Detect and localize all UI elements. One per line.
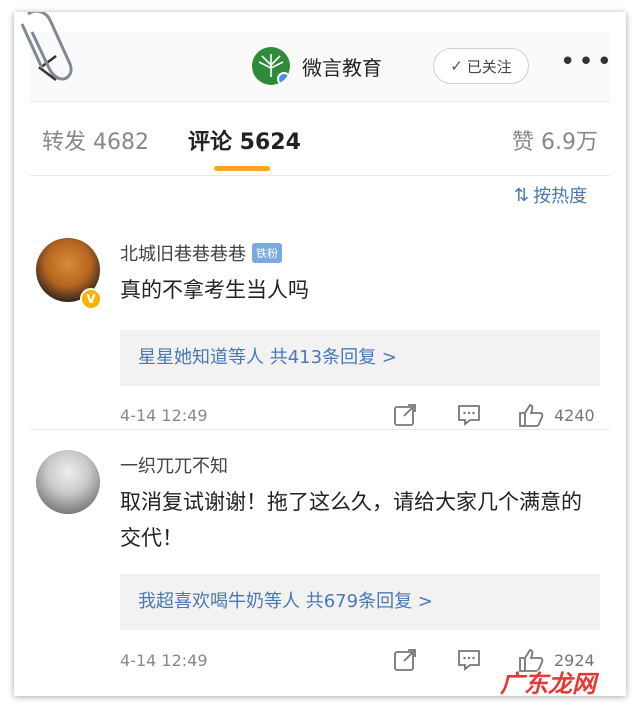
tab-reposts[interactable]: 转发 4682 bbox=[42, 124, 149, 156]
like-count: 4240 bbox=[554, 406, 595, 425]
account-name: 微言教育 bbox=[302, 55, 382, 80]
tab-comments[interactable]: 评论 5624 bbox=[188, 124, 301, 156]
avatar[interactable] bbox=[36, 450, 100, 514]
replies-count: 共679条回复 > bbox=[305, 591, 433, 612]
replies-suffix: 等人 bbox=[228, 347, 264, 368]
paperclip-icon bbox=[20, 12, 73, 81]
tab-bar: 转发 4682 评论 5624 赞 6.9万 bbox=[30, 104, 610, 176]
comment-icon[interactable] bbox=[456, 647, 482, 673]
verified-badge-icon bbox=[277, 72, 290, 85]
like-icon[interactable] bbox=[518, 402, 544, 428]
followed-button[interactable]: ✓ 已关注 bbox=[433, 48, 529, 84]
username-text: 北城旧巷巷巷巷 bbox=[120, 244, 246, 265]
comment-item: V 北城旧巷巷巷巷 铁粉 真的不拿考生当人吗 星星她知道等人 共413条回复 >… bbox=[30, 230, 610, 430]
comment-username[interactable]: 北城旧巷巷巷巷 铁粉 bbox=[120, 240, 282, 266]
active-tab-indicator bbox=[214, 166, 270, 171]
comment-item: 一织兀兀不知 取消复试谢谢！拖了这么久，请给大家几个满意的交代！ 我超喜欢喝牛奶… bbox=[30, 442, 610, 692]
verified-badge-icon: V bbox=[80, 288, 102, 310]
sort-icon: ⇅ bbox=[514, 184, 530, 206]
followed-label: 已关注 bbox=[466, 57, 512, 76]
fan-badge: 铁粉 bbox=[252, 243, 282, 263]
site-watermark: 广东龙网 bbox=[500, 670, 596, 698]
share-icon[interactable] bbox=[392, 402, 418, 428]
more-options-icon[interactable]: ••• bbox=[560, 49, 612, 78]
account-brand[interactable]: 微言教育 bbox=[252, 46, 382, 86]
comment-time: 4-14 12:49 bbox=[120, 651, 208, 670]
comment-time: 4-14 12:49 bbox=[120, 406, 208, 425]
top-bar: 微言教育 ✓ 已关注 ••• bbox=[30, 32, 612, 102]
comment-icon[interactable] bbox=[456, 402, 482, 428]
comment-meta: 4-14 12:49 4240 bbox=[120, 402, 610, 430]
replies-link[interactable]: 我超喜欢喝牛奶等人 共679条回复 > bbox=[120, 574, 600, 630]
comment-text: 取消复试谢谢！拖了这么久，请给大家几个满意的交代！ bbox=[120, 490, 582, 550]
comment-username[interactable]: 一织兀兀不知 bbox=[120, 452, 228, 478]
share-icon[interactable] bbox=[392, 647, 418, 673]
account-logo-icon bbox=[252, 47, 290, 85]
reply-user-names: 我超喜欢喝牛奶 bbox=[138, 591, 264, 612]
comment-text: 真的不拿考生当人吗 bbox=[120, 278, 309, 302]
replies-link[interactable]: 星星她知道等人 共413条回复 > bbox=[120, 330, 600, 386]
replies-suffix: 等人 bbox=[264, 591, 300, 612]
sort-toggle[interactable]: ⇅ 按热度 bbox=[514, 182, 587, 208]
tab-likes[interactable]: 赞 6.9万 bbox=[512, 124, 598, 156]
post-screenshot-frame: 微言教育 ✓ 已关注 ••• 转发 4682 评论 5624 赞 6.9万 ⇅ … bbox=[14, 12, 626, 696]
reply-user-names: 星星她知道 bbox=[138, 347, 228, 368]
replies-count: 共413条回复 > bbox=[269, 347, 397, 368]
check-icon: ✓ bbox=[450, 57, 463, 75]
username-text: 一织兀兀不知 bbox=[120, 456, 228, 477]
sort-label: 按热度 bbox=[533, 186, 588, 207]
